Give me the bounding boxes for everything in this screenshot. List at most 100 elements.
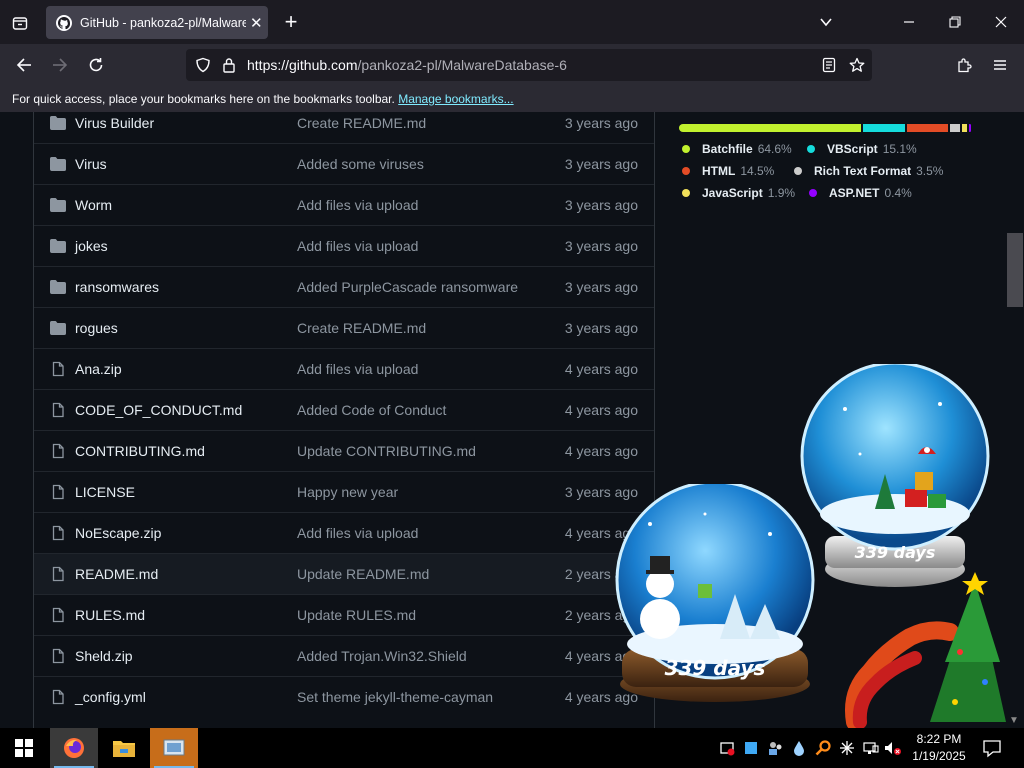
commit-message-link[interactable]: Added Code of Conduct	[297, 402, 446, 418]
file-icon	[50, 648, 66, 664]
file-name-link[interactable]: CONTRIBUTING.md	[75, 443, 205, 459]
commit-message-link[interactable]: Set theme jekyll-theme-cayman	[297, 689, 493, 705]
lock-icon[interactable]	[220, 56, 238, 74]
file-row[interactable]: _config.yml Set theme jekyll-theme-cayman…	[34, 676, 654, 717]
reload-button[interactable]	[84, 53, 108, 77]
restore-button[interactable]	[943, 10, 967, 34]
language-percent: 14.5%	[740, 164, 775, 178]
file-name-link[interactable]: jokes	[75, 238, 108, 254]
commit-message-link[interactable]: Update README.md	[297, 566, 429, 582]
clock-date: 1/19/2025	[912, 749, 966, 763]
language-item[interactable]: Rich Text Format 3.5%	[794, 164, 943, 178]
file-row[interactable]: LICENSE Happy new year 3 years ago	[34, 471, 654, 512]
language-percent: 0.4%	[884, 186, 912, 200]
file-row[interactable]: NoEscape.zip Add files via upload 4 years …	[34, 512, 654, 553]
url-host: https://github.com	[247, 57, 358, 73]
firefox-taskbar-button[interactable]	[50, 728, 98, 768]
commit-message-link[interactable]: Add files via upload	[297, 197, 418, 213]
file-name-link[interactable]: LICENSE	[75, 484, 135, 500]
file-row[interactable]: CONTRIBUTING.md Update CONTRIBUTING.md 4 y…	[34, 430, 654, 471]
file-row[interactable]: Virus Builder Create README.md 3 years ago	[34, 112, 654, 143]
file-row[interactable]: jokes Add files via upload 3 years ago	[34, 225, 654, 266]
file-row[interactable]: CODE_OF_CONDUCT.md Added Code of Conduct 4…	[34, 389, 654, 430]
file-name-link[interactable]: README.md	[75, 566, 158, 582]
commit-message-link[interactable]: Update RULES.md	[297, 607, 416, 623]
close-tab-icon[interactable]: ✕	[250, 14, 263, 32]
tray-volume-muted-icon[interactable]	[884, 739, 902, 757]
tray-droplet-icon[interactable]	[790, 739, 808, 757]
new-tab-button[interactable]: +	[280, 9, 302, 34]
chevron-down-icon[interactable]	[814, 10, 838, 34]
file-name-link[interactable]: NoEscape.zip	[75, 525, 161, 541]
list-all-tabs-icon[interactable]	[8, 11, 32, 35]
commit-message-link[interactable]: Added some viruses	[297, 156, 424, 172]
bookmarks-toolbar: For quick access, place your bookmarks h…	[0, 86, 1024, 112]
commit-message-link[interactable]: Create README.md	[297, 320, 426, 336]
menu-hamburger-icon[interactable]	[988, 53, 1012, 77]
commit-message-link[interactable]: Added PurpleCascade ransomware	[297, 279, 518, 295]
tray-defender-icon[interactable]	[718, 739, 736, 757]
gadget-app-taskbar-button[interactable]	[150, 728, 198, 768]
language-bar-segment	[969, 124, 971, 132]
commit-message-link[interactable]: Happy new year	[297, 484, 398, 500]
file-row[interactable]: Virus Added some viruses 3 years ago	[34, 143, 654, 184]
file-name-link[interactable]: Virus Builder	[75, 115, 154, 131]
tray-magnifier-icon[interactable]	[814, 739, 832, 757]
forward-button[interactable]	[48, 53, 72, 77]
commit-message-link[interactable]: Add files via upload	[297, 238, 418, 254]
tray-network-icon[interactable]	[862, 739, 880, 757]
language-percent: 1.9%	[767, 186, 796, 200]
taskbar-clock[interactable]: 8:22 PM 1/19/2025	[904, 731, 974, 765]
language-item[interactable]: HTML 14.5%	[682, 164, 774, 178]
start-button[interactable]	[0, 728, 48, 768]
file-icon	[50, 484, 66, 500]
extensions-icon[interactable]	[952, 53, 976, 77]
back-button[interactable]	[12, 53, 36, 77]
file-name-link[interactable]: Sheld.zip	[75, 648, 133, 664]
file-row[interactable]: Sheld.zip Added Trojan.Win32.Shield 4 year…	[34, 635, 654, 676]
file-name-link[interactable]: Virus	[75, 156, 107, 172]
file-name-link[interactable]: rogues	[75, 320, 118, 336]
file-name-link[interactable]: ransomwares	[75, 279, 159, 295]
file-row[interactable]: README.md Update README.md 2 years ago	[34, 553, 654, 594]
language-name: VBScript	[827, 142, 878, 156]
bookmark-star-icon[interactable]	[848, 56, 866, 74]
tray-blue-square-icon[interactable]	[742, 739, 760, 757]
file-name-link[interactable]: CODE_OF_CONDUCT.md	[75, 402, 242, 418]
tracking-protection-shield-icon[interactable]	[194, 56, 212, 74]
file-explorer-taskbar-button[interactable]	[100, 728, 148, 768]
url-text[interactable]: https://github.com/pankoza2-pl/MalwareDa…	[247, 57, 567, 73]
language-item[interactable]: ASP.NET 0.4%	[809, 186, 912, 200]
commit-message-link[interactable]: Add files via upload	[297, 525, 418, 541]
tray-snowflake-icon[interactable]	[838, 739, 856, 757]
scrollbar-thumb[interactable]	[1007, 233, 1023, 307]
language-item[interactable]: Batchfile 64.6%	[682, 142, 792, 156]
browser-tab-active[interactable]: GitHub - pankoza2-pl/MalwareDatabase-6 ✕	[46, 6, 268, 39]
tray-people-icon[interactable]	[766, 739, 784, 757]
address-bar[interactable]: https://github.com/pankoza2-pl/MalwareDa…	[186, 49, 872, 81]
file-row[interactable]: rogues Create README.md 3 years ago	[34, 307, 654, 348]
close-window-button[interactable]	[989, 10, 1013, 34]
file-row[interactable]: ransomwares Added PurpleCascade ransomwar…	[34, 266, 654, 307]
reader-view-icon[interactable]	[820, 56, 838, 74]
file-name-link[interactable]: _config.yml	[75, 689, 146, 705]
page-scrollbar[interactable]: ▼	[1006, 112, 1024, 728]
commit-message-link[interactable]: Update CONTRIBUTING.md	[297, 443, 476, 459]
commit-message-link[interactable]: Added Trojan.Win32.Shield	[297, 648, 467, 664]
file-row[interactable]: RULES.md Update RULES.md 2 years ago	[34, 594, 654, 635]
commit-message-link[interactable]: Create README.md	[297, 115, 426, 131]
file-name-link[interactable]: RULES.md	[75, 607, 145, 623]
file-row[interactable]: Worm Add files via upload 3 years ago	[34, 184, 654, 225]
page-content: Virus Builder Create README.md 3 years ago…	[0, 112, 1024, 728]
file-name-link[interactable]: Worm	[75, 197, 112, 213]
commit-message-link[interactable]: Add files via upload	[297, 361, 418, 377]
scroll-down-arrow-icon[interactable]: ▼	[1009, 715, 1019, 726]
language-percent: 3.5%	[916, 164, 944, 178]
language-item[interactable]: JavaScript 1.9%	[682, 186, 795, 200]
language-item[interactable]: VBScript 15.1%	[807, 142, 917, 156]
minimize-button[interactable]	[897, 10, 921, 34]
action-center-icon[interactable]	[982, 738, 1002, 758]
manage-bookmarks-link[interactable]: Manage bookmarks...	[398, 92, 513, 106]
file-name-link[interactable]: Ana.zip	[75, 361, 122, 377]
file-row[interactable]: Ana.zip Add files via upload 4 years ago	[34, 348, 654, 389]
